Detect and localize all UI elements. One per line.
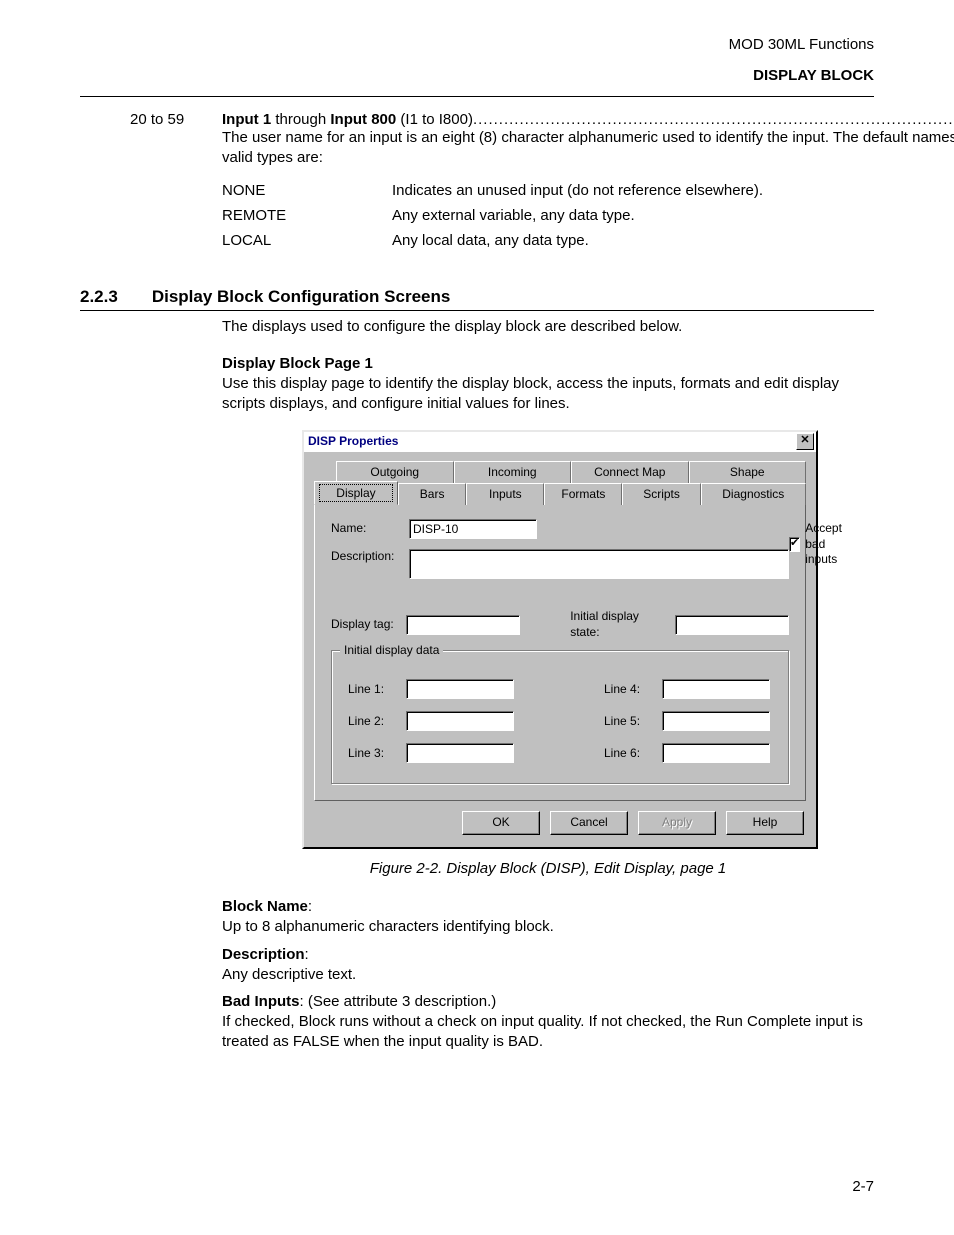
cancel-button[interactable]: Cancel <box>550 811 628 835</box>
help-button[interactable]: Help <box>726 811 804 835</box>
initial-display-data-group: Initial display data Line 1: Line 2: Lin… <box>331 650 789 784</box>
tab-diagnostics[interactable]: Diagnostics <box>701 483 806 505</box>
bad-inputs-text: If checked, Block runs without a check o… <box>222 1013 863 1050</box>
section-header: DISPLAY BLOCK <box>80 67 874 84</box>
description-heading: Description <box>222 946 305 963</box>
description-text: Any descriptive text. <box>222 966 356 983</box>
tab-display[interactable]: Display <box>314 481 398 505</box>
line2-field[interactable] <box>406 711 514 731</box>
accept-bad-inputs-label: Accept bad inputs <box>805 521 845 568</box>
tab-shape[interactable]: Shape <box>689 461 807 483</box>
name-field[interactable]: DISP-10 <box>409 519 537 539</box>
section-intro: The displays used to configure the displ… <box>222 317 874 337</box>
block-name-text: Up to 8 alphanumeric characters identify… <box>222 918 554 935</box>
tab-outgoing[interactable]: Outgoing <box>336 461 454 483</box>
line5-field[interactable] <box>662 711 770 731</box>
tab-incoming[interactable]: Incoming <box>454 461 572 483</box>
bad-inputs-heading: Bad Inputs <box>222 993 300 1010</box>
block-name-heading: Block Name <box>222 898 308 915</box>
page-number: 2-7 <box>852 1178 874 1195</box>
type-table: NONEIndicates an unused input (do not re… <box>222 178 763 253</box>
display-tag-field[interactable] <box>406 615 520 635</box>
initial-state-label: Initial display state: <box>570 609 667 641</box>
attr-desc: The user name for an input is an eight (… <box>222 128 954 168</box>
close-icon[interactable]: ✕ <box>796 433 814 450</box>
accept-bad-inputs-checkbox[interactable]: ✔ <box>789 537 800 552</box>
input-a: Input 1 <box>222 111 271 128</box>
initial-state-field[interactable] <box>675 615 789 635</box>
desc-label: Description: <box>331 549 401 565</box>
doc-header: MOD 30ML Functions <box>80 36 874 53</box>
tab-formats[interactable]: Formats <box>544 483 622 505</box>
section-number: 2.2.3 <box>80 287 118 307</box>
line4-field[interactable] <box>662 679 770 699</box>
input-b: Input 800 <box>330 111 396 128</box>
section-heading: 2.2.3 Display Block Configuration Screen… <box>80 287 874 311</box>
tab-connect-map[interactable]: Connect Map <box>571 461 689 483</box>
tab-scripts[interactable]: Scripts <box>622 483 700 505</box>
ok-button[interactable]: OK <box>462 811 540 835</box>
leader-dots <box>473 111 954 128</box>
group-legend: Initial display data <box>340 643 443 659</box>
name-label: Name: <box>331 521 401 537</box>
page1-heading: Display Block Page 1 <box>222 355 373 372</box>
dialog-title: DISP Properties <box>308 434 398 450</box>
line3-field[interactable] <box>406 743 514 763</box>
line6-field[interactable] <box>662 743 770 763</box>
section-title: Display Block Configuration Screens <box>152 287 451 307</box>
tab-inputs[interactable]: Inputs <box>466 483 544 505</box>
line1-field[interactable] <box>406 679 514 699</box>
disp-properties-dialog: DISP Properties ✕ Outgoing Incoming Conn… <box>302 430 818 850</box>
page1-body: Use this display page to identify the di… <box>222 375 839 412</box>
apply-button[interactable]: Apply <box>638 811 716 835</box>
attr-range: 20 to 59 <box>130 111 208 128</box>
header-rule <box>80 96 874 97</box>
tab-bars[interactable]: Bars <box>398 483 466 505</box>
figure-caption: Figure 2-2. Display Block (DISP), Edit D… <box>222 859 874 879</box>
display-tag-label: Display tag: <box>331 617 398 633</box>
description-field[interactable] <box>409 549 789 579</box>
attr-title-row: Input 1 through Input 800 (I1 to I800) C… <box>222 111 954 128</box>
